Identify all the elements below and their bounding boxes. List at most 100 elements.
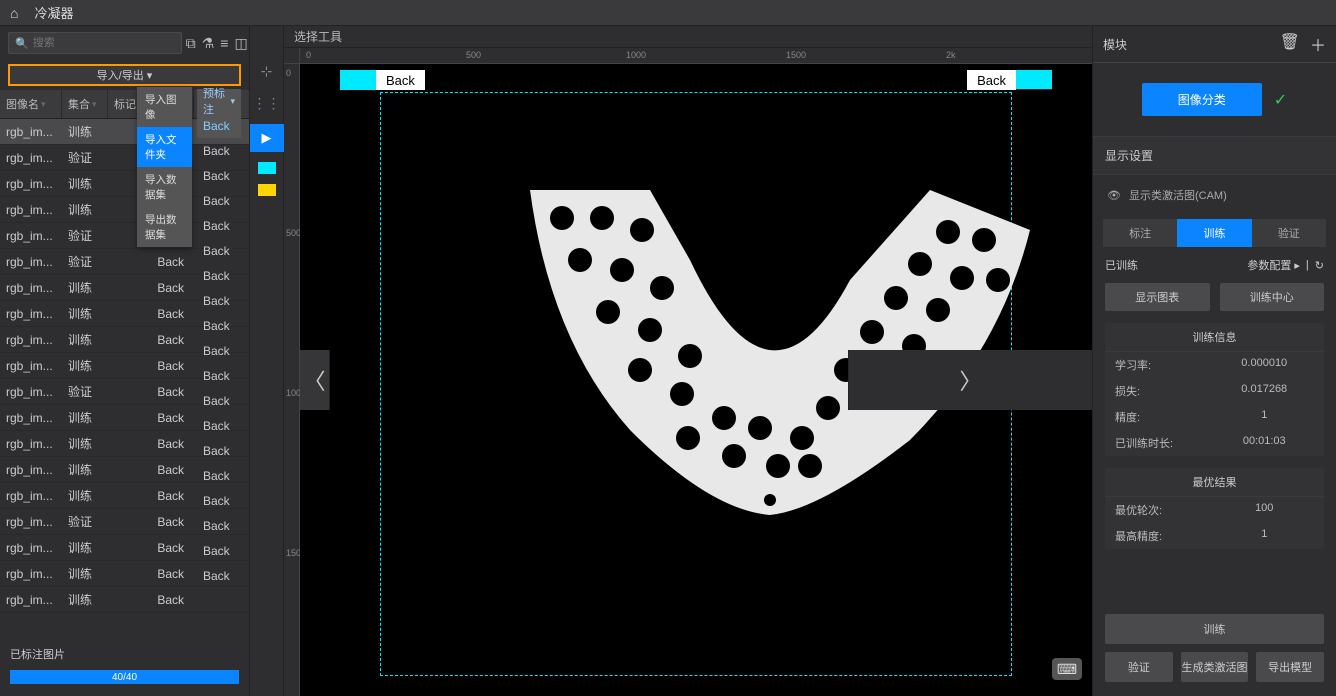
cell-set: 训练 — [62, 461, 108, 478]
cell-set: 训练 — [62, 487, 108, 504]
add-icon[interactable]: ＋ — [1310, 32, 1326, 56]
import-menu[interactable]: 导入图像导入文件夹导入数据集导出数据集 — [137, 87, 192, 247]
right-panel: 模块 🗑 ＋ 图像分类 ✓ 显示设置 👁 显示类激活图(CAM) 标注训练验证 … — [1092, 26, 1336, 696]
cell-mark: Back — [108, 359, 194, 373]
ruler-vertical: 050010001500 — [284, 64, 300, 696]
check-icon: ✓ — [1274, 90, 1287, 110]
pre-annotation-cell: Back — [197, 263, 241, 288]
gen-cam-button[interactable]: 生成类激活图 — [1181, 652, 1249, 682]
cell-mark: Back — [108, 333, 194, 347]
search-box[interactable]: 🔍 — [8, 32, 182, 54]
pre-annotation-cell: Back — [197, 388, 241, 413]
cell-set: 训练 — [62, 435, 108, 452]
tab-1[interactable]: 训练 — [1177, 219, 1251, 247]
modules-title: 模块 — [1103, 36, 1127, 53]
pre-annotation-cell: Back — [197, 363, 241, 388]
cell-mark: Back — [108, 515, 194, 529]
info-key: 学习率: — [1115, 357, 1215, 373]
tool-strip: ⊹ ⋮⋮ ▶ — [250, 26, 284, 696]
mode-tabs[interactable]: 标注训练验证 — [1093, 219, 1336, 247]
search-icon: 🔍 — [15, 37, 29, 50]
pre-annotation-header[interactable]: 预标注 ▾ — [197, 89, 241, 113]
info-key: 最优轮次: — [1115, 502, 1215, 518]
canvas-back-label-right: Back — [967, 70, 1016, 90]
tool-icon-1[interactable]: ⧉ — [186, 35, 196, 52]
col-image-name[interactable]: 图像名▾ — [0, 90, 62, 118]
cell-name: rgb_im... — [0, 229, 62, 243]
cell-set: 验证 — [62, 227, 108, 244]
box-icon[interactable]: ◫ — [234, 35, 247, 52]
import-menu-item[interactable]: 导入文件夹 — [137, 127, 192, 167]
pre-annotation-cell: Back — [197, 213, 241, 238]
eye-icon[interactable]: 👁 — [1107, 189, 1121, 202]
cell-name: rgb_im... — [0, 489, 62, 503]
search-input[interactable] — [33, 37, 175, 49]
ruler-corner — [284, 48, 300, 64]
pre-annotation-cell: Back — [197, 463, 241, 488]
cell-set: 训练 — [62, 201, 108, 218]
canvas-back-label-left: Back — [376, 70, 425, 90]
color-yellow[interactable] — [258, 184, 276, 196]
tab-0[interactable]: 标注 — [1103, 219, 1177, 247]
cell-name: rgb_im... — [0, 255, 62, 269]
list-icon[interactable]: ≡ — [220, 35, 228, 52]
table-row[interactable]: rgb_im...训练Back — [0, 587, 249, 613]
cell-mark: Back — [108, 437, 194, 451]
cell-name: rgb_im... — [0, 385, 62, 399]
param-config[interactable]: 参数配置 ▸ — [1247, 257, 1300, 273]
divider: | — [1306, 259, 1309, 271]
import-menu-item[interactable]: 导入图像 — [137, 87, 192, 127]
next-image-button[interactable]: 〉 — [848, 350, 1092, 410]
pre-annotation-cell: Back — [197, 238, 241, 263]
pre-annotation-cell: Back — [197, 138, 241, 163]
home-icon[interactable]: ⌂ — [10, 5, 18, 21]
cam-label: 显示类激活图(CAM) — [1129, 187, 1227, 203]
ruler-horizontal: 0500100015002k — [300, 48, 1092, 64]
cell-mark: Back — [108, 463, 194, 477]
delete-icon[interactable]: 🗑 — [1280, 32, 1300, 56]
train-info-title: 训练信息 — [1105, 323, 1324, 352]
import-menu-item[interactable]: 导出数据集 — [137, 207, 192, 247]
annotated-label: 已标注图片 — [10, 646, 239, 662]
cell-set: 训练 — [62, 357, 108, 374]
prev-image-button[interactable]: 〈 — [300, 350, 330, 410]
info-value: 0.000010 — [1215, 357, 1315, 373]
project-name: 冷凝器 — [34, 3, 73, 22]
cell-name: rgb_im... — [0, 515, 62, 529]
import-menu-item[interactable]: 导入数据集 — [137, 167, 192, 207]
import-export-button[interactable]: 导入/导出 ▾ — [8, 64, 241, 86]
train-center-button[interactable]: 训练中心 — [1220, 283, 1325, 311]
validate-button[interactable]: 验证 — [1105, 652, 1173, 682]
pre-annotation-cell: Back — [197, 488, 241, 513]
pre-annotation-cell: Back — [197, 563, 241, 588]
pre-annotation-cell: Back — [197, 513, 241, 538]
info-key: 已训练时长: — [1115, 435, 1215, 451]
cell-mark: Back — [108, 411, 194, 425]
filter-icon[interactable]: ⚗ — [202, 35, 215, 52]
export-model-button[interactable]: 导出模型 — [1256, 652, 1324, 682]
color-cyan[interactable] — [258, 162, 276, 174]
cell-mark: Back — [108, 385, 194, 399]
col-set[interactable]: 集合▾ — [62, 90, 108, 118]
cell-name: rgb_im... — [0, 333, 62, 347]
pre-annotation-cell: Back — [197, 163, 241, 188]
tool-grid[interactable]: ⋮⋮ — [256, 92, 278, 114]
display-settings-title: 显示设置 — [1093, 136, 1336, 175]
cell-name: rgb_im... — [0, 541, 62, 555]
cell-set: 训练 — [62, 123, 108, 140]
tab-2[interactable]: 验证 — [1252, 219, 1326, 247]
cell-name: rgb_im... — [0, 593, 62, 607]
cell-name: rgb_im... — [0, 437, 62, 451]
tool-play[interactable]: ▶ — [250, 124, 284, 152]
keyboard-icon[interactable]: ⌨ — [1052, 658, 1082, 680]
corner-marker-tr — [1016, 70, 1052, 90]
show-chart-button[interactable]: 显示图表 — [1105, 283, 1210, 311]
center-toolbar: 选择工具 — [284, 26, 1092, 48]
cell-set: 验证 — [62, 383, 108, 400]
cell-set: 验证 — [62, 253, 108, 270]
refresh-icon[interactable]: ↻ — [1315, 259, 1324, 272]
canvas[interactable]: Back Back — [300, 64, 1092, 696]
module-classification-button[interactable]: 图像分类 — [1142, 83, 1262, 116]
tool-select[interactable]: ⊹ — [256, 60, 278, 82]
train-button[interactable]: 训练 — [1105, 614, 1324, 644]
